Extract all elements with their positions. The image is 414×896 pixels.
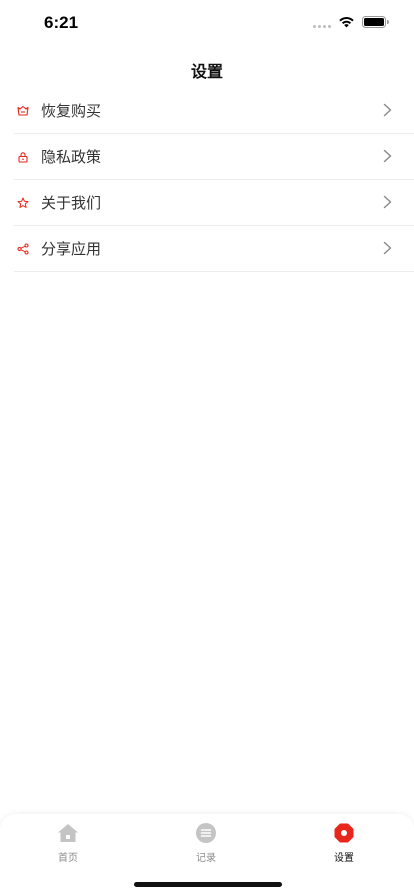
status-time: 6:21 — [44, 13, 79, 32]
chevron-right-icon — [383, 241, 392, 255]
settings-item-label: 关于我们 — [41, 194, 102, 212]
chevron-right-icon — [383, 149, 392, 163]
tab-records[interactable]: 记录 — [166, 822, 246, 864]
chevron-right-icon — [383, 103, 392, 117]
home-indicator — [134, 882, 282, 887]
settings-item-label: 分享应用 — [41, 240, 102, 258]
tab-label: 记录 — [196, 853, 216, 864]
settings-item-privacy-policy[interactable]: 隐私政策 — [14, 134, 414, 180]
page-title: 设置 — [190, 62, 223, 81]
lock-icon — [16, 150, 30, 164]
tab-label: 设置 — [334, 853, 354, 864]
tab-home[interactable]: 首页 — [28, 822, 108, 864]
settings-item-share-app[interactable]: 分享应用 — [14, 226, 414, 272]
status-bar: 6:21 — [0, 0, 414, 46]
tab-label: 首页 — [58, 853, 78, 864]
star-icon — [16, 196, 30, 210]
wifi-icon — [339, 17, 354, 28]
settings-icon — [334, 823, 354, 843]
restore-basket-icon — [16, 104, 30, 118]
settings-item-about-us[interactable]: 关于我们 — [14, 180, 414, 226]
tab-settings[interactable]: 设置 — [304, 822, 384, 864]
cellular-signal-icon — [313, 25, 331, 28]
list-icon — [196, 823, 216, 843]
chevron-right-icon — [383, 195, 392, 209]
settings-item-label: 隐私政策 — [41, 148, 102, 166]
settings-item-restore-purchase[interactable]: 恢复购买 — [14, 88, 414, 134]
home-icon — [58, 824, 78, 842]
settings-list: 恢复购买 隐私政策 关于我们 分享应用 — [14, 88, 414, 272]
battery-icon — [362, 16, 389, 28]
share-icon — [16, 242, 30, 256]
settings-item-label: 恢复购买 — [41, 102, 102, 120]
